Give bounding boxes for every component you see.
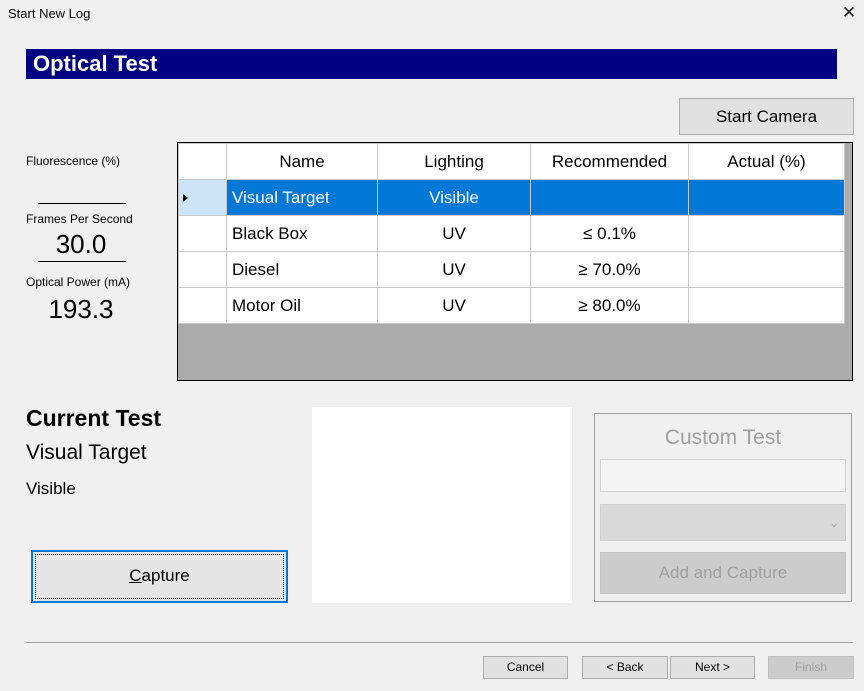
current-test-heading: Current Test — [26, 405, 162, 431]
table-row[interactable]: Black Box UV ≤ 0.1% — [178, 215, 845, 252]
fps-value: 30.0 — [55, 229, 107, 259]
section-title: Optical Test — [33, 51, 158, 76]
column-header-actual[interactable]: Actual (%) — [688, 143, 845, 180]
cancel-button[interactable]: Cancel — [483, 656, 568, 679]
capture-button[interactable]: Capture — [31, 550, 288, 603]
fps-label: Frames Per Second — [26, 212, 133, 226]
cell-actual[interactable] — [688, 179, 845, 216]
close-icon[interactable]: ✕ — [838, 2, 860, 24]
add-and-capture-button[interactable]: Add and Capture — [600, 552, 846, 594]
custom-test-lighting-select[interactable]: ⌄ — [600, 504, 846, 541]
chevron-down-icon: ⌄ — [828, 516, 839, 530]
grid-corner — [178, 143, 227, 180]
cell-lighting[interactable]: UV — [377, 287, 531, 324]
capture-button-label: Capture — [33, 550, 286, 601]
fluorescence-underline — [38, 203, 126, 204]
cell-lighting[interactable]: UV — [377, 251, 531, 288]
fluorescence-label: Fluorescence (%) — [26, 154, 121, 168]
row-selector[interactable] — [178, 179, 227, 216]
cell-recommended[interactable]: ≥ 80.0% — [530, 287, 689, 324]
power-label: Optical Power (mA) — [26, 275, 131, 289]
column-header-lighting[interactable]: Lighting — [377, 143, 531, 180]
capture-mnemonic: C — [129, 566, 142, 585]
section-banner: Optical Test — [26, 49, 837, 79]
tests-grid[interactable]: Name Lighting Recommended Actual (%) Vis… — [177, 142, 853, 381]
cell-actual[interactable] — [688, 287, 845, 324]
column-header-recommended[interactable]: Recommended — [530, 143, 689, 180]
cell-recommended[interactable]: ≤ 0.1% — [530, 215, 689, 252]
capture-label-rest: apture — [141, 566, 190, 585]
cell-actual[interactable] — [688, 215, 845, 252]
power-value: 193.3 — [48, 294, 114, 324]
cell-name[interactable]: Diesel — [226, 251, 378, 288]
cell-recommended[interactable] — [530, 179, 689, 216]
row-selector[interactable] — [178, 287, 227, 324]
back-button[interactable]: < Back — [582, 656, 668, 679]
table-row[interactable]: Motor Oil UV ≥ 80.0% — [178, 287, 845, 324]
cell-name[interactable]: Black Box — [226, 215, 378, 252]
cell-lighting[interactable]: Visible — [377, 179, 531, 216]
custom-test-title: Custom Test — [664, 426, 782, 449]
custom-test-name-input[interactable] — [600, 459, 846, 492]
fps-underline — [38, 261, 126, 262]
cell-name[interactable]: Motor Oil — [226, 287, 378, 324]
table-row[interactable]: Diesel UV ≥ 70.0% — [178, 251, 845, 288]
column-header-name[interactable]: Name — [226, 143, 378, 180]
grid-header-row: Name Lighting Recommended Actual (%) — [178, 143, 845, 180]
current-test-name: Visual Target — [26, 441, 147, 464]
window-title: Start New Log — [8, 6, 91, 21]
next-button[interactable]: Next > — [670, 656, 755, 679]
footer-separator — [26, 642, 853, 643]
cell-name[interactable]: Visual Target — [226, 179, 378, 216]
cell-actual[interactable] — [688, 251, 845, 288]
row-selector[interactable] — [178, 215, 227, 252]
finish-button[interactable]: Finish — [768, 656, 854, 679]
custom-test-group: Custom Test ⌄ Add and Capture — [594, 413, 852, 602]
row-selector[interactable] — [178, 251, 227, 288]
table-row[interactable]: Visual Target Visible — [178, 179, 845, 216]
current-row-arrow-icon — [183, 193, 188, 202]
camera-preview — [312, 407, 572, 603]
current-test-lighting: Visible — [26, 479, 76, 498]
start-camera-button[interactable]: Start Camera — [679, 98, 854, 135]
cell-recommended[interactable]: ≥ 70.0% — [530, 251, 689, 288]
cell-lighting[interactable]: UV — [377, 215, 531, 252]
